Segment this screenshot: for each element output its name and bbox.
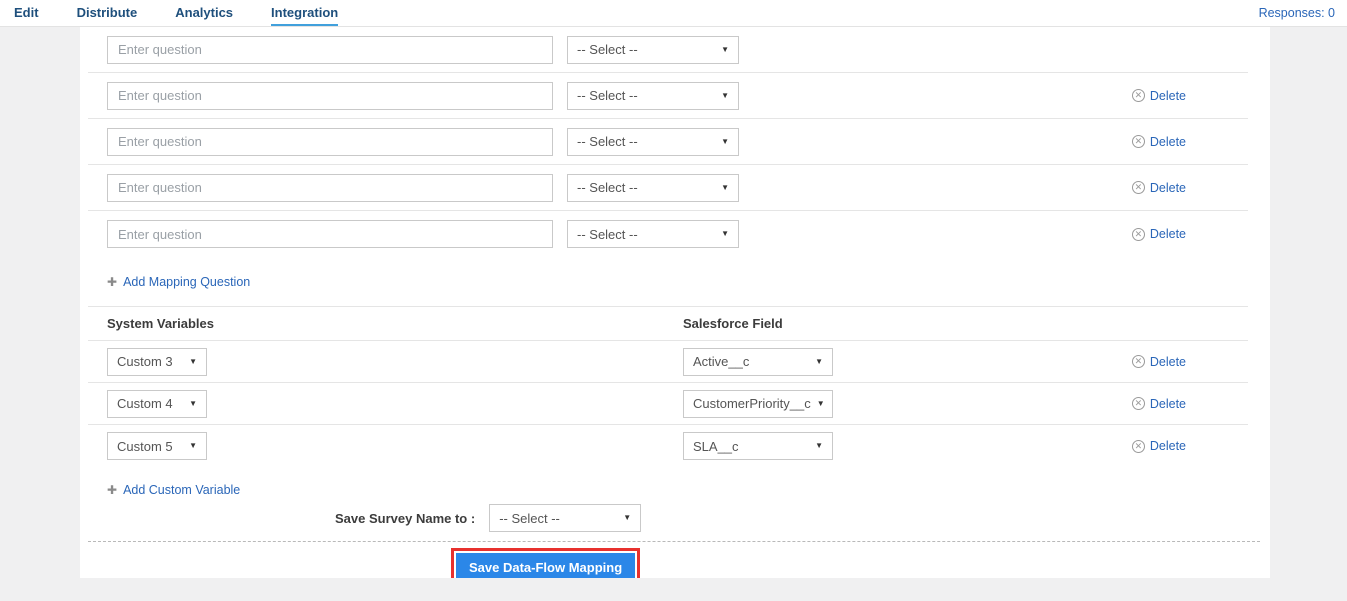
question-input[interactable] [107,174,553,202]
delete-mapping-question-button[interactable]: ✕ Delete [1132,181,1186,195]
delete-custom-variable-button[interactable]: ✕ Delete [1132,397,1186,411]
delete-mapping-question-button[interactable]: ✕ Delete [1132,89,1186,103]
delete-label: Delete [1150,355,1186,369]
add-custom-variable-button[interactable]: ✚ Add Custom Variable [107,483,240,497]
select-value: -- Select -- [577,134,638,149]
save-survey-name-select[interactable]: -- Select -- ▼ [489,504,641,532]
delete-custom-variable-button[interactable]: ✕ Delete [1132,355,1186,369]
delete-label: Delete [1150,89,1186,103]
delete-custom-variable-button[interactable]: ✕ Delete [1132,439,1186,453]
add-mapping-question-button[interactable]: ✚ Add Mapping Question [107,275,250,289]
tab-distribute[interactable]: Distribute [77,0,138,26]
plus-icon: ✚ [107,484,117,496]
plus-icon: ✚ [107,276,117,288]
chevron-down-icon: ▼ [721,46,729,54]
delete-label: Delete [1150,227,1186,241]
delete-icon: ✕ [1132,135,1145,148]
mapping-question-row: -- Select -- ▼ ✕ Delete [88,73,1248,119]
tab-integration[interactable]: Integration [271,0,338,26]
custom-variables-header: System Variables Salesforce Field [88,306,1248,341]
select-value: Custom 4 [117,396,173,411]
system-variables-header: System Variables [107,316,683,331]
delete-mapping-question-button[interactable]: ✕ Delete [1132,135,1186,149]
custom-variable-row: Custom 4 ▼ CustomerPriority__c ▼ ✕ Delet… [88,383,1248,425]
chevron-down-icon: ▼ [817,400,825,408]
delete-icon: ✕ [1132,397,1145,410]
field-select[interactable]: -- Select -- ▼ [567,128,739,156]
custom-variable-row: Custom 5 ▼ SLA__c ▼ ✕ Delete [88,425,1248,467]
select-value: -- Select -- [577,42,638,57]
chevron-down-icon: ▼ [815,358,823,366]
select-value: -- Select -- [499,511,560,526]
custom-variable-row: Custom 3 ▼ Active__c ▼ ✕ Delete [88,341,1248,383]
delete-icon: ✕ [1132,440,1145,453]
select-value: Custom 5 [117,439,173,454]
select-value: SLA__c [693,439,739,454]
chevron-down-icon: ▼ [721,230,729,238]
delete-mapping-question-button[interactable]: ✕ Delete [1132,227,1186,241]
salesforce-field-select[interactable]: CustomerPriority__c ▼ [683,390,833,418]
chevron-down-icon: ▼ [189,358,197,366]
add-custom-variable-label: Add Custom Variable [123,483,240,497]
chevron-down-icon: ▼ [623,514,631,522]
integration-mapping-panel: -- Select -- ▼ -- Select -- ▼ ✕ Delete -… [80,27,1270,578]
field-select[interactable]: -- Select -- ▼ [567,36,739,64]
salesforce-field-select[interactable]: Active__c ▼ [683,348,833,376]
delete-icon: ✕ [1132,355,1145,368]
tab-edit[interactable]: Edit [14,0,39,26]
delete-label: Delete [1150,397,1186,411]
select-value: Active__c [693,354,749,369]
select-value: Custom 3 [117,354,173,369]
add-custom-variable-row: ✚ Add Custom Variable [80,467,1270,503]
add-mapping-question-label: Add Mapping Question [123,275,250,289]
delete-icon: ✕ [1132,181,1145,194]
select-value: -- Select -- [577,180,638,195]
question-input[interactable] [107,82,553,110]
save-survey-name-row: Save Survey Name to : -- Select -- ▼ [88,503,1248,533]
chevron-down-icon: ▼ [815,442,823,450]
chevron-down-icon: ▼ [721,138,729,146]
delete-icon: ✕ [1132,89,1145,102]
field-select[interactable]: -- Select -- ▼ [567,82,739,110]
question-input[interactable] [107,36,553,64]
mapping-question-row: -- Select -- ▼ ✕ Delete [88,165,1248,211]
responses-count[interactable]: Responses: 0 [1259,6,1335,20]
salesforce-field-header: Salesforce Field [683,316,783,331]
select-value: -- Select -- [577,227,638,242]
annotation-highlight-box: Save Data-Flow Mapping [451,548,640,578]
mapping-question-row: -- Select -- ▼ ✕ Delete [88,211,1248,257]
tab-analytics[interactable]: Analytics [175,0,233,26]
question-input[interactable] [107,128,553,156]
select-value: -- Select -- [577,88,638,103]
salesforce-field-select[interactable]: SLA__c ▼ [683,432,833,460]
field-select[interactable]: -- Select -- ▼ [567,220,739,248]
mapping-question-row: -- Select -- ▼ [88,27,1248,73]
field-select[interactable]: -- Select -- ▼ [567,174,739,202]
save-data-flow-mapping-button[interactable]: Save Data-Flow Mapping [456,553,635,578]
save-survey-name-label: Save Survey Name to : [335,511,475,526]
system-variable-select[interactable]: Custom 5 ▼ [107,432,207,460]
select-value: CustomerPriority__c [693,396,811,411]
top-navigation: Edit Distribute Analytics Integration Re… [0,0,1347,27]
question-input[interactable] [107,220,553,248]
chevron-down-icon: ▼ [189,400,197,408]
add-mapping-question-row: ✚ Add Mapping Question [80,257,1270,306]
system-variable-select[interactable]: Custom 4 ▼ [107,390,207,418]
save-button-row: Save Data-Flow Mapping [80,542,1270,578]
chevron-down-icon: ▼ [189,442,197,450]
chevron-down-icon: ▼ [721,92,729,100]
system-variable-select[interactable]: Custom 3 ▼ [107,348,207,376]
delete-label: Delete [1150,439,1186,453]
delete-label: Delete [1150,181,1186,195]
chevron-down-icon: ▼ [721,184,729,192]
delete-icon: ✕ [1132,228,1145,241]
delete-label: Delete [1150,135,1186,149]
mapping-question-row: -- Select -- ▼ ✕ Delete [88,119,1248,165]
